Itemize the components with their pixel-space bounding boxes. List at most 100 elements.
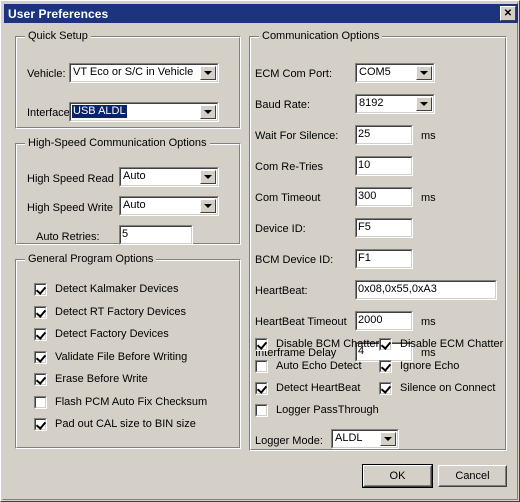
group-high-speed-label: High-Speed Communication Options (25, 137, 210, 149)
checkbox-unchecked-icon[interactable] (255, 360, 268, 373)
cancel-button-label: Cancel (455, 470, 490, 482)
checkbox-detect-heartbeat[interactable]: Detect HeartBeat (255, 382, 360, 395)
checkbox-checked-icon[interactable] (34, 418, 47, 431)
vehicle-combo-value: VT Eco or S/C in Vehicle (73, 66, 194, 78)
ecm-com-port-label: ECM Com Port: (255, 68, 333, 80)
auto-retries-label: Auto Retries: (36, 231, 100, 243)
com-timeout-value: 300 (358, 190, 377, 202)
baud-rate-combo[interactable]: 8192 (355, 94, 435, 114)
chevron-down-icon[interactable] (380, 432, 396, 446)
checkbox-label: Detect HeartBeat (276, 382, 361, 394)
logger-mode-combo[interactable]: ALDL (331, 429, 399, 449)
auto-retries-input[interactable]: 5 (119, 225, 193, 245)
interface-label: Interface: (27, 107, 73, 119)
checkbox-flash-pcm-auto-fix-checksum[interactable]: Flash PCM Auto Fix Checksum (34, 395, 208, 409)
group-communication-options-label: Communication Options (259, 30, 383, 42)
device-id-value: F5 (358, 221, 371, 233)
checkbox-detect-kalmaker-devices[interactable]: Detect Kalmaker Devices (34, 283, 179, 296)
vehicle-combo[interactable]: VT Eco or S/C in Vehicle (69, 63, 219, 83)
checkbox-silence-on-connect[interactable]: Silence on Connect (379, 382, 495, 395)
heartbeat-timeout-unit: ms (421, 316, 436, 328)
checkbox-checked-icon[interactable] (34, 305, 47, 319)
checkbox-label: Detect RT Factory Devices (55, 305, 187, 318)
ecm-com-port-value: COM5 (359, 66, 391, 78)
close-glyph: ✕ (503, 7, 513, 19)
checkbox-checked-icon[interactable] (34, 350, 47, 364)
ok-button[interactable]: OK (362, 464, 433, 488)
checkbox-checked-icon[interactable] (379, 338, 392, 351)
checkbox-label: Silence on Connect (400, 382, 496, 394)
high-speed-write-label: High Speed Write (27, 202, 114, 214)
com-timeout-unit: ms (421, 192, 436, 204)
checkbox-auto-echo-detect[interactable]: Auto Echo Detect (255, 360, 362, 373)
high-speed-write-value: Auto (123, 199, 146, 211)
chevron-down-icon[interactable] (200, 105, 216, 119)
heartbeat-label: HeartBeat: (255, 285, 308, 297)
wait-for-silence-label: Wait For Silence: (255, 130, 339, 142)
high-speed-read-label: High Speed Read (27, 173, 114, 185)
checkbox-label: Logger PassThrough (276, 404, 379, 416)
com-timeout-label: Com Timeout (255, 192, 321, 204)
checkbox-detect-factory-devices[interactable]: Detect Factory Devices (34, 328, 169, 341)
checkbox-label: Flash PCM Auto Fix Checksum (55, 395, 208, 408)
wait-for-silence-unit: ms (421, 130, 436, 142)
interface-combo-value: USB ALDL (72, 105, 127, 118)
auto-retries-value: 5 (122, 228, 129, 240)
com-timeout-input[interactable]: 300 (355, 187, 413, 207)
chevron-down-icon[interactable] (416, 66, 432, 80)
checkbox-label: Detect Kalmaker Devices (55, 283, 179, 295)
chevron-down-icon[interactable] (200, 199, 216, 213)
chevron-down-icon[interactable] (200, 170, 216, 184)
checkbox-logger-passthrough[interactable]: Logger PassThrough (255, 404, 379, 417)
bcm-device-id-input[interactable]: F1 (355, 249, 413, 269)
checkbox-disable-ecm-chatter[interactable]: Disable ECM Chatter (379, 338, 503, 351)
checkbox-label: Validate File Before Writing (55, 350, 188, 363)
window-title: User Preferences (8, 6, 109, 21)
checkbox-erase-before-write[interactable]: Erase Before Write (34, 373, 148, 386)
checkbox-checked-icon[interactable] (379, 360, 392, 373)
interframe-delay-value: 4 (358, 345, 365, 357)
com-re-tries-label: Com Re-Tries (255, 161, 324, 173)
bcm-device-id-label: BCM Device ID: (255, 254, 334, 266)
user-preferences-dialog: User Preferences ✕ Quick Setup Vehicle: … (0, 0, 520, 502)
ecm-com-port-combo[interactable]: COM5 (355, 63, 435, 83)
checkbox-checked-icon[interactable] (34, 328, 47, 341)
checkbox-checked-icon[interactable] (255, 338, 268, 351)
chevron-down-icon[interactable] (416, 97, 432, 111)
device-id-label: Device ID: (255, 223, 306, 235)
checkbox-ignore-echo[interactable]: Ignore Echo (379, 360, 459, 373)
title-bar[interactable]: User Preferences ✕ (4, 4, 518, 23)
high-speed-read-combo[interactable]: Auto (119, 167, 219, 187)
checkbox-checked-icon[interactable] (34, 373, 47, 386)
checkbox-label: Ignore Echo (400, 360, 460, 372)
bcm-device-id-value: F1 (358, 252, 371, 264)
wait-for-silence-value: 25 (358, 128, 371, 140)
heartbeat-input[interactable]: 0x08,0x55,0xA3 (355, 280, 497, 300)
heartbeat-value: 0x08,0x55,0xA3 (358, 283, 437, 295)
checkbox-unchecked-icon[interactable] (34, 395, 47, 409)
checkbox-validate-file-before-writing[interactable]: Validate File Before Writing (34, 350, 188, 364)
wait-for-silence-input[interactable]: 25 (355, 125, 413, 145)
heartbeat-timeout-value: 2000 (358, 314, 383, 326)
checkbox-checked-icon[interactable] (255, 382, 268, 395)
heartbeat-timeout-label: HeartBeat Timeout (255, 316, 347, 328)
checkbox-checked-icon[interactable] (34, 283, 47, 296)
logger-mode-label: Logger Mode: (255, 435, 323, 447)
checkbox-label: Disable ECM Chatter (400, 338, 504, 350)
logger-mode-value: ALDL (335, 432, 363, 444)
chevron-down-icon[interactable] (200, 66, 216, 80)
checkbox-unchecked-icon[interactable] (255, 404, 268, 417)
group-quick-setup-label: Quick Setup (25, 30, 91, 42)
heartbeat-timeout-input[interactable]: 2000 (355, 311, 413, 331)
interface-combo[interactable]: USB ALDL (69, 102, 219, 122)
ok-button-label: OK (389, 470, 406, 482)
checkbox-pad-out-cal-size-to-bin-size[interactable]: Pad out CAL size to BIN size (34, 418, 196, 431)
cancel-button[interactable]: Cancel (438, 465, 507, 487)
close-icon[interactable]: ✕ (500, 6, 516, 21)
device-id-input[interactable]: F5 (355, 218, 413, 238)
high-speed-write-combo[interactable]: Auto (119, 196, 219, 216)
checkbox-detect-rt-factory-devices[interactable]: Detect RT Factory Devices (34, 305, 187, 319)
com-re-tries-value: 10 (358, 159, 371, 171)
com-re-tries-input[interactable]: 10 (355, 156, 413, 176)
checkbox-checked-icon[interactable] (379, 382, 392, 395)
